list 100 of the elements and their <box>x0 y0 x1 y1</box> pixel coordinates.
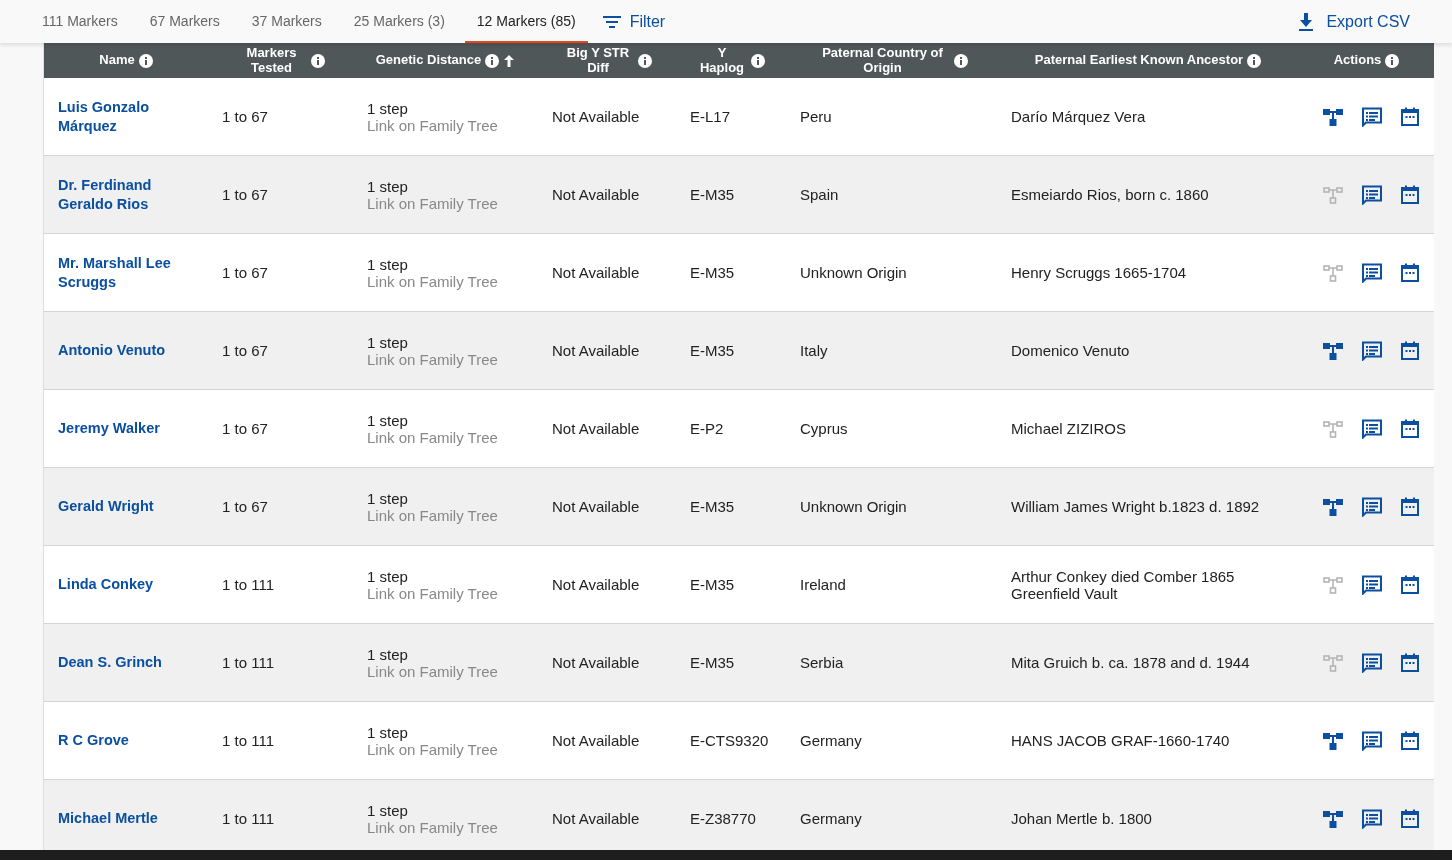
member-name-link[interactable]: Mr. Marshall Lee Scruggs <box>58 254 200 291</box>
marker-tab[interactable]: 67 Markers <box>137 0 232 43</box>
family-tree-icon[interactable] <box>1322 496 1344 517</box>
marker-tab[interactable]: 25 Markers (3) <box>341 0 457 43</box>
column-header[interactable]: Genetic Distance <box>375 53 482 68</box>
member-name-link[interactable]: Dean S. Grinch <box>58 653 162 672</box>
member-name-link[interactable]: Dr. Ferdinand Geraldo Rios <box>58 176 200 213</box>
markers-tested: 1 to 111 <box>222 576 274 593</box>
member-name-link[interactable]: Linda Conkey <box>58 575 154 594</box>
column-header[interactable]: Paternal Earliest Known Ancestor <box>1034 53 1244 68</box>
earliest-ancestor: Esmeiardo Rios, born c. 1860 <box>1011 186 1209 203</box>
haplogroup: E-M35 <box>690 654 735 671</box>
member-name-link[interactable]: R C Grove <box>58 731 129 750</box>
genetic-distance: 1 step <box>367 333 408 351</box>
info-icon[interactable] <box>1247 53 1262 68</box>
genetic-distance: 1 step <box>367 567 408 585</box>
download-icon <box>1298 11 1315 32</box>
column-header[interactable]: Paternal Country of Origin <box>815 46 950 75</box>
notes-icon[interactable] <box>1361 106 1383 127</box>
filter-icon <box>601 13 622 30</box>
member-name-link[interactable]: Michael Mertle <box>58 809 158 828</box>
haplogroup: E-M35 <box>690 498 735 515</box>
country-of-origin: Germany <box>800 732 862 749</box>
country-of-origin: Ireland <box>800 576 846 593</box>
haplogroup: E-Z38770 <box>690 810 756 827</box>
notes-icon[interactable] <box>1361 652 1383 673</box>
haplogroup: E-M35 <box>690 264 735 281</box>
family-tree-link[interactable]: Link on Family Tree <box>367 584 498 602</box>
family-tree-link[interactable]: Link on Family Tree <box>367 428 498 446</box>
genetic-distance: 1 step <box>367 489 408 507</box>
family-tree-icon[interactable] <box>1322 106 1344 127</box>
family-tree-icon[interactable] <box>1322 340 1344 361</box>
calendar-icon[interactable] <box>1400 340 1420 361</box>
notes-icon[interactable] <box>1361 730 1383 751</box>
notes-icon[interactable] <box>1361 184 1383 205</box>
info-icon[interactable] <box>310 53 325 68</box>
country-of-origin: Unknown Origin <box>800 498 907 515</box>
earliest-ancestor: Arthur Conkey died Comber 1865 Greenfield Vault <box>1011 567 1236 602</box>
info-icon[interactable] <box>1385 53 1400 68</box>
family-tree-icon[interactable] <box>1322 808 1344 829</box>
markers-tested: 1 to 111 <box>222 810 274 827</box>
haplogroup: E-P2 <box>690 420 724 437</box>
notes-icon[interactable] <box>1361 340 1383 361</box>
info-icon[interactable] <box>954 53 968 68</box>
info-icon[interactable] <box>751 53 765 68</box>
calendar-icon[interactable] <box>1400 106 1420 127</box>
country-of-origin: Cyprus <box>800 420 848 437</box>
markers-tested: 1 to 67 <box>222 498 268 515</box>
calendar-icon[interactable] <box>1400 418 1420 439</box>
family-tree-link[interactable]: Link on Family Tree <box>367 740 498 758</box>
country-of-origin: Peru <box>800 108 832 125</box>
notes-icon[interactable] <box>1361 418 1383 439</box>
calendar-icon[interactable] <box>1400 496 1420 517</box>
earliest-ancestor: Michael ZIZIROS <box>1011 420 1127 437</box>
family-tree-link[interactable]: Link on Family Tree <box>367 272 498 290</box>
filter-button[interactable]: Filter <box>595 11 672 32</box>
info-icon[interactable] <box>485 53 500 68</box>
member-name-link[interactable]: Gerald Wright <box>58 497 154 516</box>
genetic-distance: 1 step <box>367 801 408 819</box>
column-header[interactable]: Name <box>99 53 135 68</box>
country-of-origin: Serbia <box>800 654 844 671</box>
genetic-distance: 1 step <box>367 411 408 429</box>
calendar-icon[interactable] <box>1400 574 1420 595</box>
calendar-icon[interactable] <box>1400 808 1420 829</box>
big-y-str-diff: Not Available <box>552 264 640 281</box>
family-tree-link[interactable]: Link on Family Tree <box>367 116 498 134</box>
markers-tested: 1 to 111 <box>222 732 274 749</box>
member-name-link[interactable]: Antonio Venuto <box>58 341 166 360</box>
calendar-icon[interactable] <box>1400 730 1420 751</box>
notes-icon[interactable] <box>1361 496 1383 517</box>
info-icon[interactable] <box>638 53 652 68</box>
info-icon[interactable] <box>138 53 153 68</box>
notes-icon[interactable] <box>1361 262 1383 283</box>
export-csv-button[interactable]: Export CSV <box>1292 10 1416 33</box>
country-of-origin: Spain <box>800 186 839 203</box>
big-y-str-diff: Not Available <box>552 654 640 671</box>
column-header[interactable]: Y Haplog <box>697 46 747 75</box>
calendar-icon[interactable] <box>1400 652 1420 673</box>
column-header[interactable]: Markers Tested <box>236 46 307 75</box>
big-y-str-diff: Not Available <box>552 732 640 749</box>
earliest-ancestor: Mita Gruich b. ca. 1878 and d. 1944 <box>1011 654 1250 671</box>
notes-icon[interactable] <box>1361 808 1383 829</box>
earliest-ancestor: Johan Mertle b. 1800 <box>1011 810 1152 827</box>
member-name-link[interactable]: Luis Gonzalo Márquez <box>58 98 200 135</box>
big-y-str-diff: Not Available <box>552 420 640 437</box>
markers-tested: 1 to 67 <box>222 108 268 125</box>
member-name-link[interactable]: Jeremy Walker <box>58 419 160 438</box>
earliest-ancestor: William James Wright b.1823 d. 1892 <box>1011 498 1260 515</box>
family-tree-icon[interactable] <box>1322 730 1344 751</box>
country-of-origin: Unknown Origin <box>800 264 907 281</box>
calendar-icon[interactable] <box>1400 184 1420 205</box>
calendar-icon[interactable] <box>1400 262 1420 283</box>
marker-tab[interactable]: 37 Markers <box>239 0 334 43</box>
sort-ascending-icon[interactable] <box>503 53 516 68</box>
column-header[interactable]: Actions <box>1333 53 1382 68</box>
column-header[interactable]: Big Y STR Diff <box>562 46 634 75</box>
notes-icon[interactable] <box>1361 574 1383 595</box>
big-y-str-diff: Not Available <box>552 810 640 827</box>
big-y-str-diff: Not Available <box>552 342 640 359</box>
marker-tab[interactable]: 111 Markers <box>30 0 130 43</box>
